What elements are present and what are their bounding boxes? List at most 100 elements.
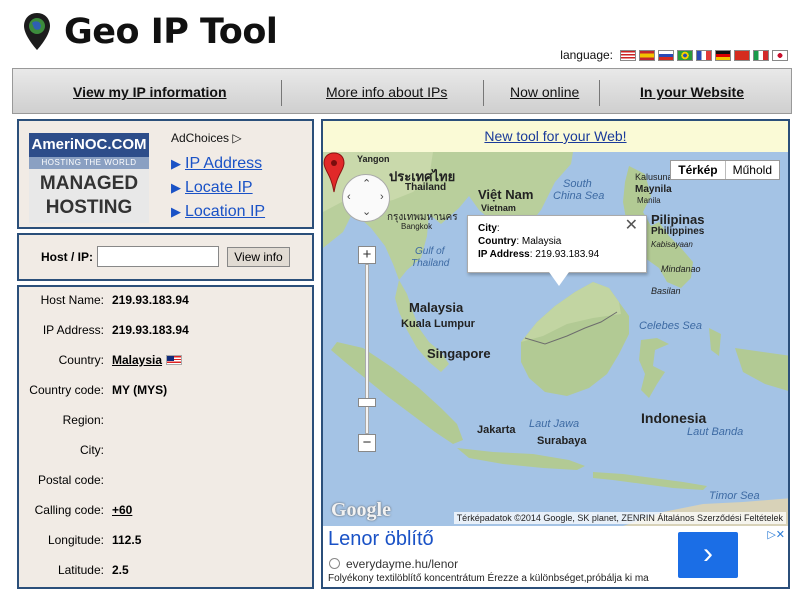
- info-value: 219.93.183.94: [112, 323, 189, 337]
- map-label-vietnam-vn: Việt Nam: [478, 187, 534, 202]
- flag-portuguese-icon[interactable]: [677, 49, 693, 61]
- info-value: 2.5: [112, 563, 129, 577]
- triangle-right-icon: ▶: [171, 204, 181, 219]
- flag-german-icon[interactable]: [715, 49, 731, 61]
- location-marker-icon[interactable]: [323, 152, 345, 194]
- language-label: language:: [560, 48, 613, 62]
- ad-box: AmeriNOC.COM HOSTING THE WORLD MANAGED H…: [17, 119, 314, 229]
- map-type-map-button[interactable]: Térkép: [671, 161, 726, 179]
- flag-russian-icon[interactable]: [658, 49, 674, 61]
- map-label-south-china-sea: South: [563, 178, 592, 190]
- host-ip-label: Host / IP:: [41, 250, 94, 264]
- info-row-city: City:: [19, 443, 314, 463]
- map-label-celebes-sea: Celebes Sea: [639, 320, 702, 332]
- info-row-ip-address: IP Address: 219.93.183.94: [19, 323, 314, 343]
- main-nav: View my IP information More info about I…: [12, 68, 792, 114]
- info-row-region: Region:: [19, 413, 314, 433]
- left-panel: AmeriNOC.COM HOSTING THE WORLD MANAGED H…: [12, 116, 315, 589]
- view-info-button[interactable]: View info: [227, 247, 290, 267]
- adchoices-icon[interactable]: ▷✕: [767, 528, 785, 541]
- ad-logo-line3: MANAGED: [39, 173, 139, 194]
- host-ip-input[interactable]: [97, 246, 219, 267]
- map-label-pilipinas: Pilipinas: [651, 212, 705, 227]
- info-row-longitude: Longitude: 112.5: [19, 533, 314, 553]
- map-label-yangon: Yangon: [357, 154, 390, 164]
- amerinoc-ad-logo[interactable]: AmeriNOC.COM HOSTING THE WORLD MANAGED H…: [29, 133, 149, 223]
- popup-country-label: Country: [478, 236, 517, 247]
- popup-city-label: City: [478, 223, 497, 234]
- close-icon[interactable]: ✕: [625, 218, 638, 234]
- bottom-ad[interactable]: Lenor öblítő everydayme.hu/lenor Folyéko…: [321, 526, 790, 589]
- triangle-right-icon: ▶: [171, 156, 181, 171]
- map-label-malaysia: Malaysia: [409, 300, 464, 315]
- map-info-popup: City: Country: Malaysia IP Address: 219.…: [467, 215, 647, 273]
- map-label-manila: Manila: [637, 196, 661, 205]
- flag-chinese-icon[interactable]: [734, 49, 750, 61]
- zoom-out-button[interactable]: −: [358, 434, 376, 452]
- pan-up-icon[interactable]: ⌃: [362, 177, 371, 190]
- ad-title[interactable]: Lenor öblítő: [328, 528, 434, 551]
- map-label-bangkok: Bangkok: [401, 222, 433, 231]
- ad-link-location-ip[interactable]: ▶ Location IP: [171, 203, 265, 221]
- info-label: City:: [80, 443, 104, 457]
- calling-code-link[interactable]: +60: [112, 503, 132, 517]
- adchoices-label[interactable]: AdChoices ▷: [171, 131, 242, 145]
- flag-english-icon[interactable]: [620, 49, 636, 61]
- lookup-box: Host / IP: View info: [17, 233, 314, 281]
- flag-malaysia-icon: [166, 355, 183, 365]
- zoom-slider-thumb[interactable]: [358, 398, 376, 407]
- flag-japanese-icon[interactable]: [772, 49, 788, 61]
- flag-spanish-icon[interactable]: [639, 49, 655, 61]
- zoom-slider-track[interactable]: [365, 264, 369, 434]
- flag-french-icon[interactable]: [696, 49, 712, 61]
- map-label-singapore: Singapore: [427, 346, 491, 361]
- popup-ip-line: IP Address: 219.93.183.94: [478, 248, 636, 261]
- ad-link-ip-address[interactable]: ▶ IP Address: [171, 155, 262, 173]
- ad-link-label: Location IP: [185, 203, 266, 220]
- map-label-vietnam: Vietnam: [481, 203, 516, 213]
- new-tool-link[interactable]: New tool for your Web!: [484, 128, 626, 144]
- right-panel: New tool for your Web! Yangon ประเทศไทย …: [319, 116, 792, 589]
- site-logo[interactable]: Geo IP Tool: [22, 10, 278, 54]
- google-logo[interactable]: Google: [331, 499, 391, 522]
- nav-in-your-website[interactable]: In your Website: [640, 84, 744, 100]
- map-type-satellite-button[interactable]: Műhold: [726, 161, 779, 179]
- ad-url[interactable]: everydayme.hu/lenor: [329, 557, 458, 571]
- ad-arrow-button[interactable]: ›: [678, 532, 738, 578]
- flag-italian-icon[interactable]: [753, 49, 769, 61]
- map-attribution[interactable]: Térképadatok ©2014 Google, SK planet, ZE…: [453, 512, 786, 524]
- adchoices-text: AdChoices: [171, 131, 230, 145]
- info-label: Longitude:: [47, 533, 104, 547]
- popup-country-line: Country: Malaysia: [478, 235, 636, 248]
- map-view[interactable]: Yangon ประเทศไทย Thailand กรุงเทพมหานคร …: [321, 152, 790, 526]
- pan-left-icon[interactable]: ‹: [347, 191, 351, 203]
- adchoices-icon: ▷: [232, 131, 242, 145]
- pan-down-icon[interactable]: ⌄: [362, 205, 371, 218]
- country-link[interactable]: Malaysia: [112, 353, 162, 367]
- info-value: 112.5: [112, 533, 142, 547]
- ad-link-locate-ip[interactable]: ▶ Locate IP: [171, 179, 253, 197]
- info-row-latitude: Latitude: 2.5: [19, 563, 314, 583]
- triangle-right-icon: ▶: [171, 180, 181, 195]
- map-label-thailand: Thailand: [405, 182, 447, 193]
- map-pan-control[interactable]: ⌃ ⌄ ‹ ›: [342, 174, 390, 222]
- map-label-timor-sea: Timor Sea: [709, 490, 760, 502]
- map-type-control: Térkép Műhold: [670, 160, 780, 180]
- info-label: Country code:: [29, 383, 104, 397]
- zoom-in-button[interactable]: +: [358, 246, 376, 264]
- nav-now-online[interactable]: Now online: [510, 84, 579, 100]
- map-label-laut-banda: Laut Banda: [687, 426, 744, 438]
- nav-view-my-ip[interactable]: View my IP information: [73, 84, 227, 100]
- map-label-mindanao: Mindanao: [661, 264, 701, 274]
- map-label-kabisayaan: Kabisayaan: [651, 240, 693, 249]
- popup-ip-value: : 219.93.183.94: [529, 249, 600, 260]
- map-label-gulf-of: Gulf of: [415, 246, 445, 257]
- nav-more-info[interactable]: More info about IPs: [326, 84, 447, 100]
- ad-logo-brand: AmeriNOC.COM: [29, 133, 149, 157]
- nav-separator: [281, 80, 282, 106]
- popup-country-value: : Malaysia: [516, 236, 562, 247]
- nav-separator: [599, 80, 600, 106]
- info-value: MY (MYS): [112, 383, 168, 397]
- map-label-philippines: Philippines: [651, 226, 705, 237]
- pan-right-icon[interactable]: ›: [380, 191, 384, 203]
